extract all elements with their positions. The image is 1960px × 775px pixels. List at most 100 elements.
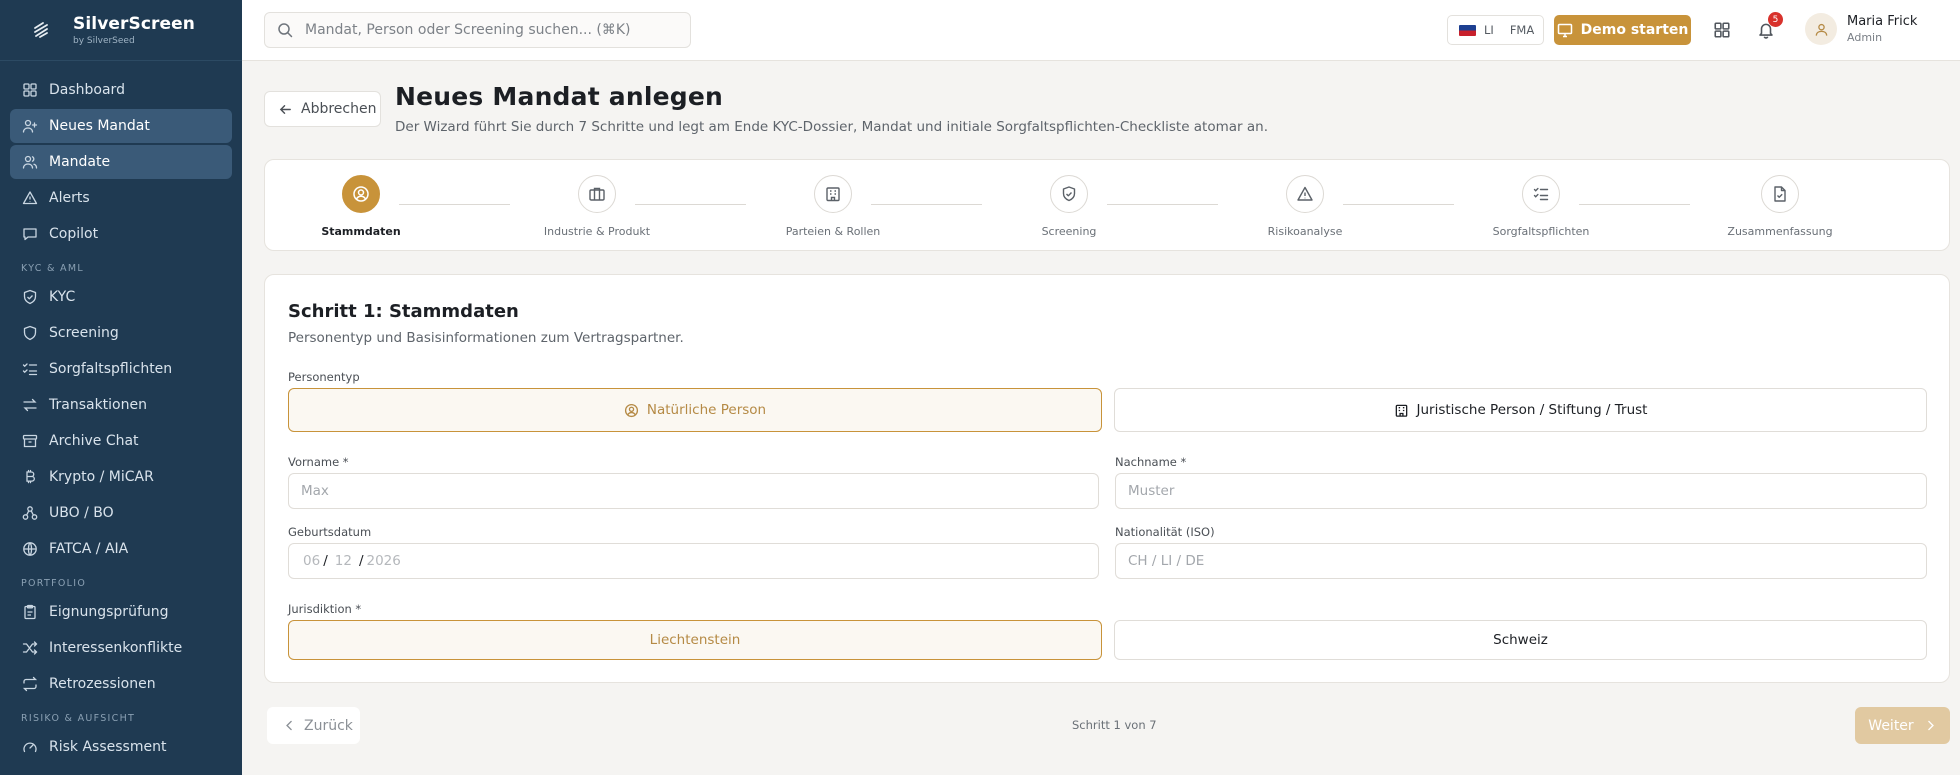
jurisdiction-label: Jurisdiktion *: [288, 602, 362, 616]
sidebar-item-kyc[interactable]: KYC: [10, 280, 232, 314]
sidebar-item-label: UBO / BO: [49, 505, 114, 521]
step-label: Risikoanalyse: [1267, 225, 1343, 238]
birthdate-label: Geburtsdatum: [288, 525, 372, 539]
network-icon: [22, 505, 38, 521]
sidebar-item-label: Archive Chat: [49, 433, 139, 449]
building-icon: [826, 187, 840, 202]
step-industrie[interactable]: Industrie & Produkt: [517, 175, 677, 238]
sidebar-item-alerts[interactable]: Alerts: [10, 181, 232, 215]
back-button[interactable]: Zurück: [267, 707, 360, 744]
gauge-icon: [22, 739, 38, 755]
archive-icon: [22, 433, 38, 449]
last-name-label: Nachname *: [1115, 455, 1187, 469]
sidebar-item-krypto[interactable]: Krypto / MiCAR: [10, 460, 232, 494]
brand[interactable]: SilverScreen by SilverSeed: [0, 0, 242, 61]
file-check-icon: [1774, 186, 1786, 202]
sidebar-item-ubo[interactable]: UBO / BO: [10, 496, 232, 530]
jurisdiction-ch-option[interactable]: Schweiz: [1114, 620, 1927, 660]
shield-icon: [22, 325, 38, 341]
step-circle: [578, 175, 616, 213]
step-zusammenfassung[interactable]: Zusammenfassung: [1700, 175, 1860, 238]
step-sorgfaltspflichten[interactable]: Sorgfaltspflichten: [1461, 175, 1621, 238]
sidebar-item-interessenkonflikte[interactable]: Interessenkonflikte: [10, 631, 232, 665]
sidebar-item-transaktionen[interactable]: Transaktionen: [10, 388, 232, 422]
next-button[interactable]: Weiter: [1855, 707, 1950, 744]
last-name-input[interactable]: [1116, 474, 1926, 508]
sidebar-item-archive-chat[interactable]: Archive Chat: [10, 424, 232, 458]
user-plus-icon: [22, 118, 38, 134]
birthdate-year[interactable]: 2026: [367, 553, 401, 569]
step-connector: [1107, 204, 1218, 205]
sidebar-item-dashboard[interactable]: Dashboard: [10, 73, 232, 107]
sidebar-item-retrozessionen[interactable]: Retrozessionen: [10, 667, 232, 701]
last-name-field[interactable]: [1115, 473, 1927, 509]
sidebar-item-neues-mandat[interactable]: Neues Mandat: [10, 109, 232, 143]
back-label: Zurück: [304, 717, 353, 734]
sidebar-item-label: Mandate: [49, 154, 111, 170]
birthdate-day[interactable]: 06: [303, 553, 320, 569]
liechtenstein-flag-icon: [1459, 24, 1476, 36]
person-type-label: Personentyp: [288, 370, 360, 384]
form-subtitle: Personentyp und Basisinformationen zum V…: [288, 330, 684, 346]
search-box[interactable]: [264, 12, 691, 48]
sidebar-item-label: Eignungsprüfung: [49, 604, 169, 620]
search-input[interactable]: [305, 22, 665, 38]
nationality-field[interactable]: [1115, 543, 1927, 579]
sidebar-item-sorgfaltspflichten[interactable]: Sorgfaltspflichten: [10, 352, 232, 386]
jurisdiction-li-label: Liechtenstein: [649, 632, 741, 648]
lang-fma: FMA: [1509, 23, 1535, 37]
sidebar-item-eignungspruefung[interactable]: Eignungsprüfung: [10, 595, 232, 629]
step-screening[interactable]: Screening: [989, 175, 1149, 238]
grid-icon: [1714, 22, 1730, 38]
step-circle: [342, 175, 380, 213]
building-icon: [1395, 404, 1407, 417]
first-name-field[interactable]: [288, 473, 1099, 509]
person-natural-option[interactable]: Natürliche Person: [288, 388, 1102, 432]
apps-grid-button[interactable]: [1710, 18, 1734, 42]
date-separator: /: [323, 553, 328, 569]
cancel-button[interactable]: Abbrechen: [264, 91, 381, 127]
demo-start-button[interactable]: Demo starten: [1554, 15, 1691, 45]
sidebar-item-label: Screening: [49, 325, 119, 341]
nationality-input[interactable]: [1116, 544, 1926, 578]
avatar: [1805, 13, 1837, 45]
sidebar-item-copilot[interactable]: Copilot: [10, 217, 232, 251]
wizard-stepper: Stammdaten Industrie & Produkt Parteien …: [264, 159, 1950, 251]
step-parteien[interactable]: Parteien & Rollen: [753, 175, 913, 238]
first-name-input[interactable]: [289, 474, 1098, 508]
step-stammdaten[interactable]: Stammdaten: [281, 175, 441, 238]
step-label: Stammdaten: [321, 225, 401, 238]
step-label: Screening: [1041, 225, 1097, 238]
sidebar-item-fatca[interactable]: FATCA / AIA: [10, 532, 232, 566]
step-circle: [1050, 175, 1088, 213]
person-legal-option[interactable]: Juristische Person / Stiftung / Trust: [1114, 388, 1927, 432]
sidebar-item-risk-assessment[interactable]: Risk Assessment: [10, 730, 232, 764]
briefcase-icon: [589, 187, 605, 201]
bitcoin-icon: [22, 469, 38, 485]
dashboard-icon: [22, 82, 38, 98]
users-icon: [22, 154, 38, 170]
step-circle: [814, 175, 852, 213]
list-checks-icon: [22, 361, 38, 377]
birthdate-field[interactable]: 06 / 12 / 2026: [288, 543, 1099, 579]
arrow-left-icon: [279, 104, 291, 114]
sidebar-item-label: Transaktionen: [49, 397, 147, 413]
repeat-icon: [22, 676, 38, 692]
step-risikoanalyse[interactable]: Risikoanalyse: [1225, 175, 1385, 238]
next-label: Weiter: [1868, 717, 1914, 734]
chevron-left-icon: [286, 720, 292, 731]
section-kyc: KYC & AML: [21, 263, 84, 274]
birthdate-month[interactable]: 12: [335, 553, 352, 569]
section-portfolio: Portfolio: [21, 578, 87, 589]
brand-name: SilverScreen: [73, 14, 195, 34]
user-circle-icon: [624, 403, 638, 417]
sidebar-item-label: Sorgfaltspflichten: [49, 361, 173, 377]
sidebar-item-screening[interactable]: Screening: [10, 316, 232, 350]
user-menu[interactable]: Maria Frick Admin: [1805, 13, 1917, 45]
sidebar-item-mandate[interactable]: Mandate: [10, 145, 232, 179]
step-connector: [871, 204, 982, 205]
user-circle-icon: [353, 186, 369, 202]
jurisdiction-switch[interactable]: LI FMA: [1447, 15, 1544, 45]
step-label: Parteien & Rollen: [785, 225, 881, 238]
jurisdiction-li-option[interactable]: Liechtenstein: [288, 620, 1102, 660]
